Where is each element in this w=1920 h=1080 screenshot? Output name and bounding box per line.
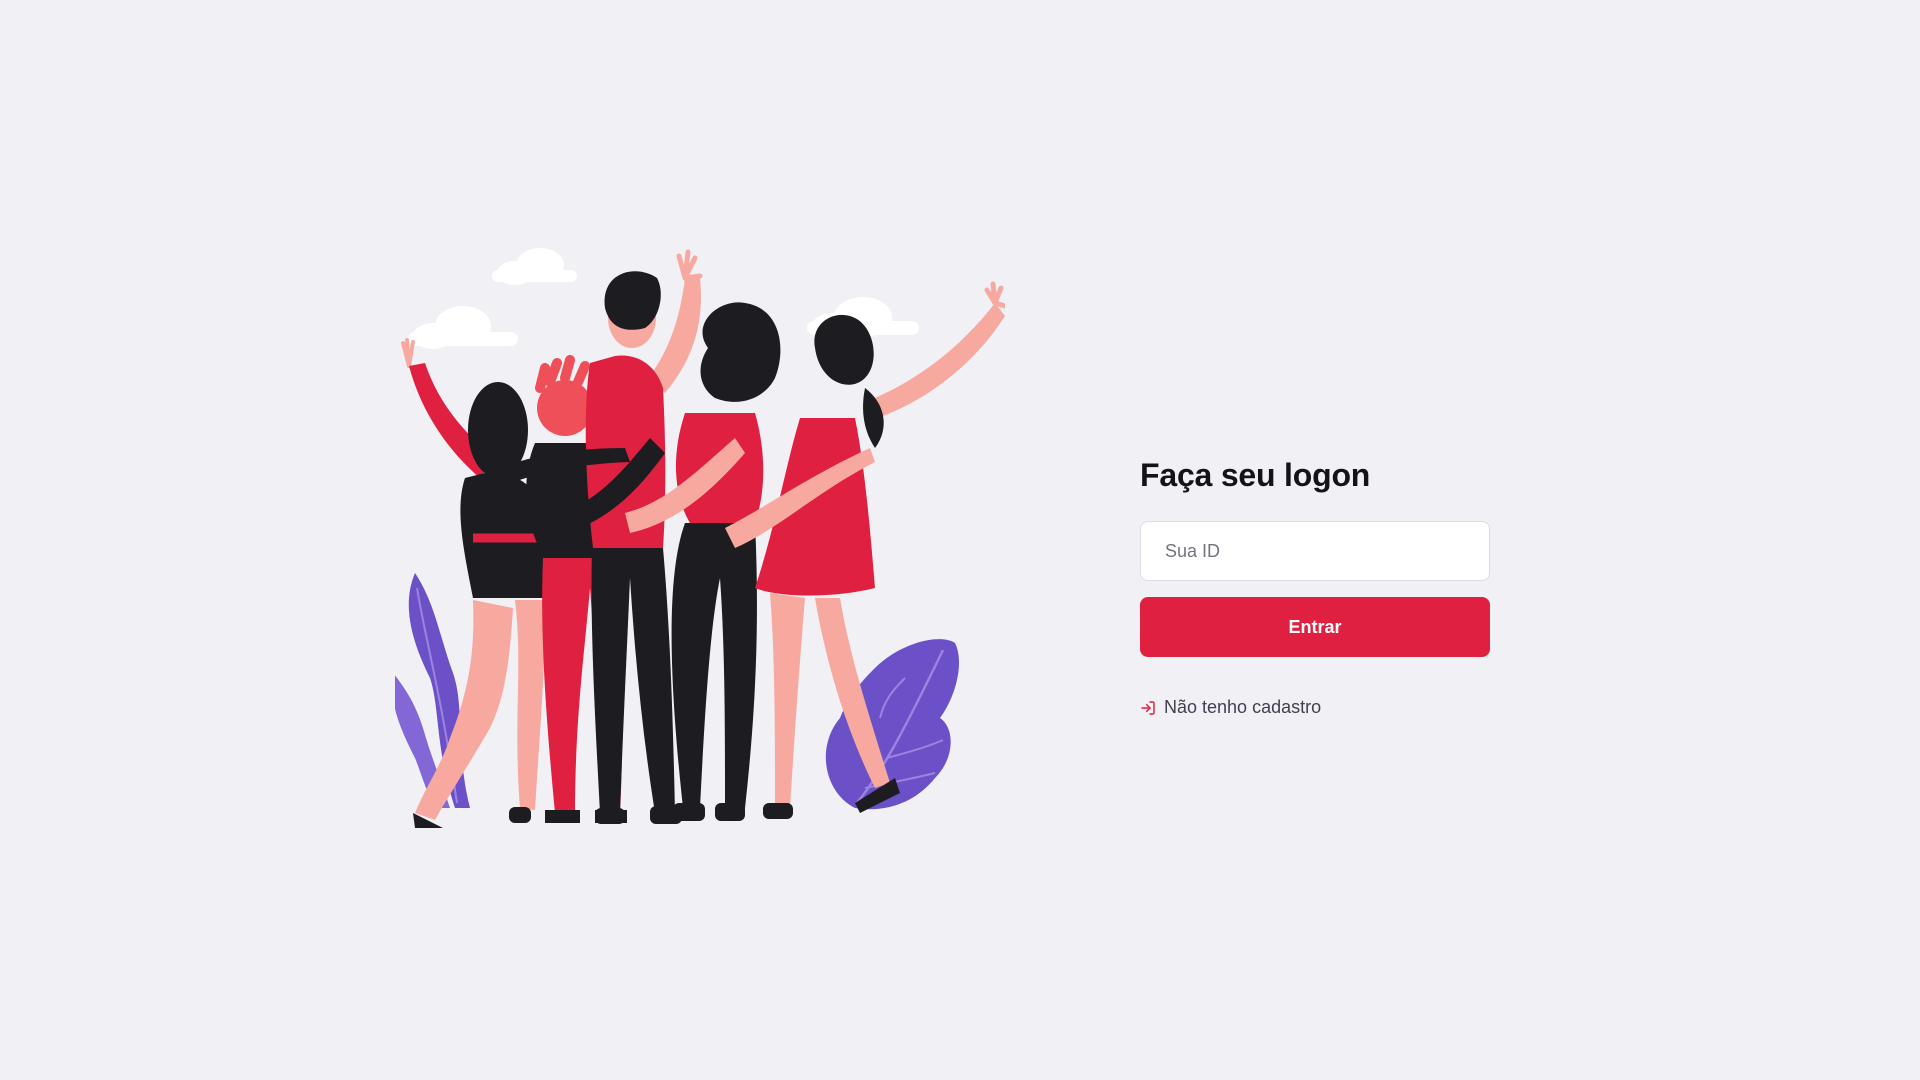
register-link-label: Não tenho cadastro xyxy=(1164,697,1322,717)
heroes-illustration xyxy=(395,248,1005,833)
register-link[interactable]: Não tenho cadastro xyxy=(1140,697,1490,718)
logon-page: Faça seu logon Entrar Não tenho cadastro xyxy=(0,0,1920,1080)
logon-form: Faça seu logon Entrar Não tenho cadastro xyxy=(1140,455,1490,718)
page-title: Faça seu logon xyxy=(1140,457,1371,493)
cloud-icon xyxy=(492,248,577,285)
log-in-icon xyxy=(1140,700,1156,716)
id-input[interactable] xyxy=(1140,521,1490,581)
cloud-icon xyxy=(408,306,518,349)
enter-button[interactable]: Entrar xyxy=(1140,597,1490,657)
